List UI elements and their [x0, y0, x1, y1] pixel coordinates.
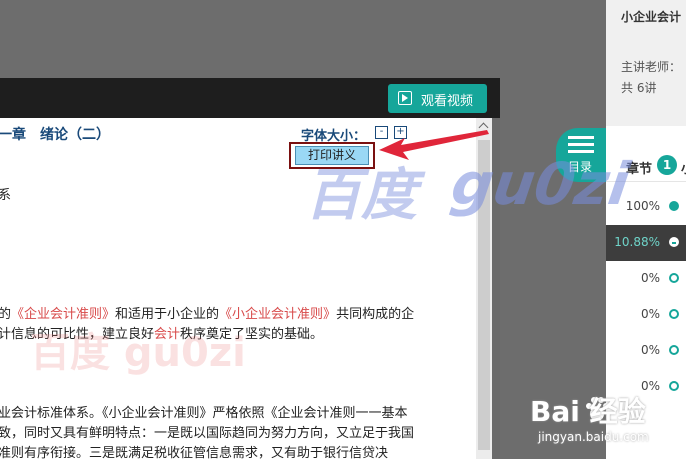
progress-percent: 0% [640, 307, 660, 321]
tab-other[interactable]: 小 [681, 158, 686, 177]
progress-row[interactable]: 10.88% [606, 225, 686, 261]
teacher-label: 主讲老师： [621, 60, 682, 74]
baidu-logo-url: jingyan.baidu.com [538, 430, 649, 444]
play-icon [398, 91, 412, 105]
progress-percent: 0% [640, 271, 660, 285]
progress-dot-icon [669, 345, 679, 355]
baidu-jingyan-logo: Bai 经验 jingyan.baidu.com [530, 390, 686, 459]
chapter-title: 一章 绪论（二） [0, 127, 110, 143]
watch-video-button[interactable]: 观看视频 [388, 84, 487, 113]
course-header: 小企业会计 主讲老师： 共 6讲 [606, 0, 686, 126]
progress-row[interactable]: 0% [606, 333, 686, 369]
tab-badge: 1 [657, 155, 677, 175]
text-line: 致，同时又具有鲜明特点：一是既以国际趋同为努力方向，又立足于我国 [0, 426, 415, 441]
text-line: 系 [0, 188, 12, 203]
progress-dot-icon [669, 273, 679, 283]
lesson-count: 共 6讲 [621, 81, 657, 95]
progress-row[interactable]: 0% [606, 261, 686, 297]
course-title: 小企业会计 [621, 10, 682, 24]
watch-video-label: 观看视频 [421, 94, 474, 109]
baidu-logo-text: Bai 经验 [530, 395, 646, 428]
text-line: 准则有序衔接。三是既满足税收征管信息需求，又有助于银行信贷决 [0, 446, 389, 459]
watermark-faint: 百度 gu0zi [30, 330, 246, 376]
progress-dot-icon [669, 309, 679, 319]
text-line: 业会计标准体系。《小企业会计准则》严格依照《企业会计准则一一基本 [0, 406, 408, 421]
progress-percent: 0% [640, 343, 660, 357]
progress-dot-icon [669, 201, 679, 211]
progress-percent: 10.88% [614, 235, 660, 249]
progress-dot-icon [669, 237, 679, 247]
arrow-pointer-icon [379, 130, 489, 160]
progress-row[interactable]: 0% [606, 297, 686, 333]
